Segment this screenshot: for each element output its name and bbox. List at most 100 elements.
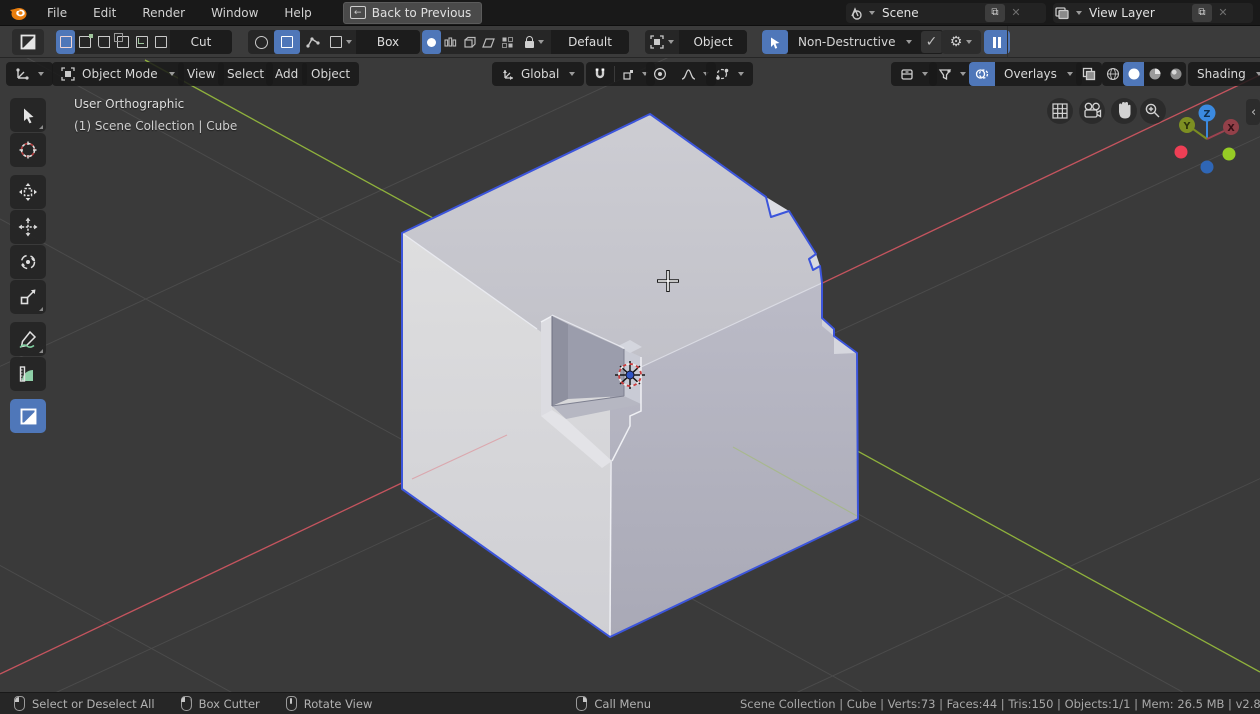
- mode-join-button[interactable]: [113, 30, 132, 54]
- shading-dropdown[interactable]: Shading: [1188, 62, 1260, 86]
- navigation-gizmo[interactable]: Z Y X: [1175, 105, 1240, 174]
- gizmo-minus-y-handle[interactable]: [1223, 148, 1236, 161]
- mode-selector[interactable]: Object Mode: [52, 62, 184, 86]
- overlays-dropdown[interactable]: Overlays: [995, 67, 1082, 81]
- mode-inset-button[interactable]: [94, 30, 113, 54]
- tool-cursor-button[interactable]: [762, 30, 788, 54]
- rotate-icon: [18, 252, 38, 272]
- menu-object[interactable]: Object: [302, 62, 359, 86]
- view-layer-selector[interactable]: View Layer ⧉ ✕: [1053, 3, 1253, 23]
- xray-toggle-button[interactable]: [1076, 62, 1102, 86]
- shading-material-button[interactable]: [1144, 62, 1165, 86]
- destructive-mode-dropdown[interactable]: Non-Destructive: [788, 35, 920, 49]
- shape-circle-button[interactable]: [248, 30, 274, 54]
- tool-scale[interactable]: [10, 280, 46, 314]
- shading-wireframe-button[interactable]: [1102, 62, 1123, 86]
- active-tool-button[interactable]: [12, 29, 44, 55]
- menu-edit[interactable]: Edit: [80, 0, 129, 26]
- back-to-previous-button[interactable]: ← Back to Previous: [343, 2, 483, 24]
- settings-gear-dropdown[interactable]: ⚙: [941, 30, 981, 54]
- tool-measure[interactable]: [10, 357, 46, 391]
- scatter-icon: [501, 36, 514, 49]
- editor-type-button[interactable]: [6, 62, 53, 86]
- measure-icon: [18, 364, 38, 384]
- pan-view-button[interactable]: [1111, 98, 1137, 124]
- tool-annotate[interactable]: [10, 322, 46, 356]
- scene-name[interactable]: Scene: [876, 6, 984, 20]
- tool-cursor[interactable]: [10, 133, 46, 167]
- box-icon: [281, 36, 293, 48]
- hint-rotate: Rotate View: [286, 696, 373, 711]
- overlays-toggle-button[interactable]: [969, 62, 995, 86]
- menu-render[interactable]: Render: [129, 0, 198, 26]
- mode-knife-button[interactable]: [132, 30, 151, 54]
- tool-transform[interactable]: [10, 175, 46, 209]
- menu-window[interactable]: Window: [198, 0, 271, 26]
- gizmo-minus-z-handle[interactable]: [1201, 161, 1214, 174]
- camera-view-button[interactable]: [1079, 98, 1105, 124]
- scene-copy-button[interactable]: ⧉: [985, 4, 1005, 22]
- inset-icon: [98, 36, 110, 48]
- op-plane-button[interactable]: [479, 30, 498, 54]
- tool-boxcutter[interactable]: [10, 399, 46, 433]
- gizmo-minus-x-handle[interactable]: [1175, 146, 1188, 159]
- orientation-label: Global: [521, 67, 559, 81]
- op-solid-button[interactable]: [422, 30, 441, 54]
- proportional-edit-button[interactable]: [646, 67, 674, 81]
- viewport-canvas[interactable]: ‹ Z Y X: [0, 58, 1260, 692]
- orientation-selector[interactable]: Global: [492, 62, 584, 86]
- mode-cut-button[interactable]: [56, 30, 75, 54]
- op-scatter-button[interactable]: [498, 30, 517, 54]
- mode-slice-button[interactable]: [75, 30, 94, 54]
- shape-box-button[interactable]: [274, 30, 300, 54]
- op-array-button[interactable]: [441, 30, 460, 54]
- tool-move[interactable]: [10, 210, 46, 244]
- scene-unlink-button[interactable]: ✕: [1006, 3, 1026, 23]
- shading-modes-group: [1102, 62, 1186, 86]
- array-icon: [444, 36, 457, 49]
- tool-rotate[interactable]: [10, 245, 46, 279]
- menu-select[interactable]: Select: [218, 62, 273, 86]
- cut-mode-group: Cut: [56, 30, 232, 54]
- zoom-view-button[interactable]: [1140, 98, 1166, 124]
- apply-checkmark-button[interactable]: ✓: [921, 31, 943, 53]
- mode-label: Object Mode: [82, 67, 158, 81]
- shading-solid-button[interactable]: [1123, 62, 1144, 86]
- toolbar-separator: [1007, 26, 1008, 57]
- shape-ngon-button[interactable]: [300, 30, 326, 54]
- behavior-icon-dropdown[interactable]: [645, 30, 679, 54]
- draw-shape-label[interactable]: Box: [356, 30, 420, 54]
- behavior-label[interactable]: Object: [679, 30, 747, 54]
- mode-extract-button[interactable]: [151, 30, 170, 54]
- draw-shape-group: Box: [248, 30, 420, 54]
- snap-toggle-button[interactable]: [586, 67, 614, 81]
- falloff-curve-icon: [681, 68, 696, 81]
- pivot-point-dropdown[interactable]: [706, 62, 753, 86]
- object-brackets-icon: [650, 35, 664, 49]
- operation-group: Default: [422, 30, 629, 54]
- destructive-mode-value: Non-Destructive: [798, 35, 896, 49]
- grid-snap-button[interactable]: [1047, 98, 1073, 124]
- operation-label[interactable]: Default: [551, 30, 629, 54]
- view-layer-copy-button[interactable]: ⧉: [1192, 4, 1212, 22]
- shading-rendered-button[interactable]: [1165, 62, 1186, 86]
- scene-selector[interactable]: Scene ⧉ ✕: [846, 3, 1046, 23]
- rendered-sphere-icon: [1169, 67, 1183, 81]
- viewport-3d[interactable]: ‹ Z Y X User Orthographic (1) Scene Co: [0, 58, 1260, 692]
- collapse-chevron-icon: ‹: [1251, 105, 1256, 120]
- top-menu-bar: File Edit Render Window Help ← Back to P…: [0, 0, 1260, 26]
- circle-icon: [255, 36, 268, 49]
- menu-help[interactable]: Help: [271, 0, 324, 26]
- gizmo-funnel-icon: [938, 68, 952, 81]
- tool-select[interactable]: [10, 98, 46, 132]
- shape-custom-button[interactable]: [326, 30, 356, 54]
- menu-file[interactable]: File: [34, 0, 80, 26]
- view-layer-remove-button[interactable]: ✕: [1213, 3, 1233, 23]
- lock-dropdown[interactable]: [517, 30, 551, 54]
- op-solidify-button[interactable]: [460, 30, 479, 54]
- middle-mouse-icon: [286, 696, 297, 711]
- sidebar-collapse-button[interactable]: ‹: [1246, 99, 1260, 125]
- shape-mode-label[interactable]: Cut: [170, 30, 232, 54]
- view-layer-name[interactable]: View Layer: [1083, 6, 1191, 20]
- right-mouse-icon: [576, 696, 587, 711]
